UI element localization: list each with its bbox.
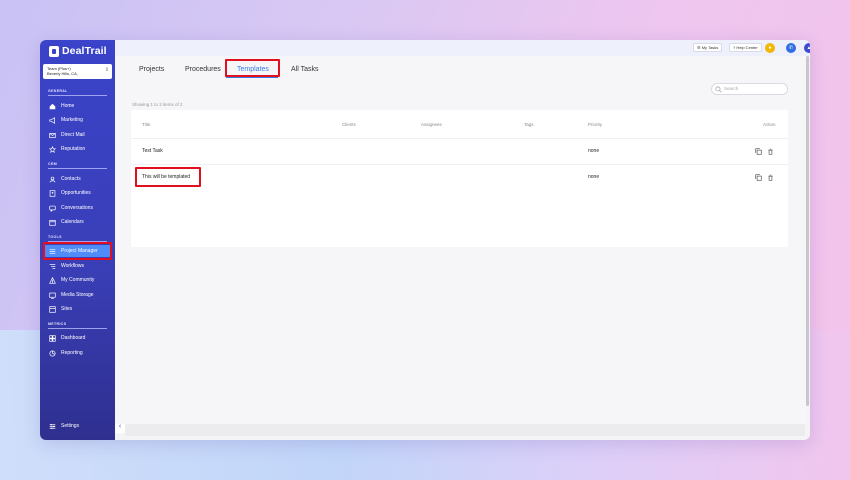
mail-icon [49, 132, 56, 139]
highlight-box-templated-row [135, 167, 201, 187]
column-header-priority[interactable]: Priority [588, 122, 602, 127]
sidebar-item-direct-mail[interactable]: Direct Mail [44, 129, 111, 141]
notification-chat-icon[interactable]: ● [765, 43, 775, 53]
sidebar-item-label: Reputation [61, 146, 86, 152]
section-crm: CRM [48, 162, 58, 166]
sidebar-item-opportunities[interactable]: Opportunities [44, 187, 111, 199]
sidebar-item-workflows[interactable]: Workflows [44, 260, 111, 272]
section-divider [48, 95, 107, 96]
section-tools: TOOLS [48, 235, 62, 239]
settings-icon [49, 423, 56, 430]
sidebar-item-contacts[interactable]: Contacts [44, 173, 111, 185]
dealtrail-logo-icon [49, 45, 59, 57]
search-placeholder: Search [724, 86, 739, 91]
calendar-icon [49, 219, 56, 226]
templates-table: Title Clients Assignees Tags Priority Ac… [131, 110, 788, 247]
sidebar-item-label: Home [61, 103, 75, 109]
section-metrics: METRICS [48, 322, 67, 326]
sidebar-item-my-community[interactable]: My Community [44, 274, 111, 286]
showing-count: Showing 1 to 2 items of 2 [132, 102, 183, 107]
column-header-assignees: Assignees [421, 122, 442, 127]
sidebar-item-label: Settings [61, 423, 80, 429]
tab-all-tasks[interactable]: All Tasks [291, 66, 319, 73]
team-selector[interactable]: Team (Plus+) Beverly Hills, CA, ⇕ [43, 64, 112, 79]
sidebar-item-label: Calendars [61, 219, 84, 225]
sidebar-item-conversations[interactable]: Conversations [44, 202, 111, 214]
chevron-updown-icon: ⇕ [104, 67, 109, 73]
trash-icon[interactable] [767, 148, 774, 155]
sidebar-item-calendars[interactable]: Calendars [44, 216, 111, 228]
sidebar-item-label: Direct Mail [61, 132, 85, 138]
app-name: DealTrail [62, 45, 107, 57]
topbar: ☰ My Tasks ? Help Center ● ✆ ▲ ? ◐ [115, 40, 810, 56]
sidebar-item-label: Media Storage [61, 292, 94, 298]
reporting-icon [49, 349, 56, 357]
section-general: GENERAL [48, 89, 68, 93]
highlight-box-project-manager [43, 242, 112, 260]
row-priority: none [588, 174, 600, 180]
column-header-title[interactable]: Title [142, 122, 150, 127]
sidebar-item-label: Marketing [61, 117, 83, 123]
footer-bar [125, 424, 805, 436]
sidebar-item-label: Contacts [61, 176, 81, 182]
section-divider [48, 328, 107, 329]
row-title[interactable]: Test Task [142, 148, 163, 154]
megaphone-icon [49, 116, 56, 124]
dashboard-icon [49, 334, 56, 342]
tab-procedures[interactable]: Procedures [185, 66, 221, 73]
trash-icon[interactable] [767, 174, 774, 181]
search-input[interactable]: Search [711, 83, 788, 95]
column-header-action: Action [763, 122, 776, 127]
vertical-scrollbar[interactable] [806, 56, 809, 406]
chat-icon [49, 205, 56, 212]
bell-icon[interactable]: ▲ [804, 43, 810, 53]
row-divider [131, 138, 788, 139]
section-divider [48, 168, 107, 169]
sidebar-item-label: My Community [61, 277, 95, 283]
sidebar: DealTrail Team (Plus+) Beverly Hills, CA… [40, 40, 115, 440]
home-icon [49, 103, 56, 110]
sidebar-item-label: Reporting [61, 350, 83, 356]
sites-icon [49, 305, 56, 313]
sidebar-item-label: Opportunities [61, 190, 91, 196]
search-icon [715, 85, 722, 93]
team-location: Beverly Hills, CA, [47, 71, 78, 76]
sidebar-item-reputation[interactable]: Reputation [44, 143, 111, 155]
sidebar-item-label: Dashboard [61, 335, 86, 341]
sidebar-item-settings[interactable]: Settings [44, 420, 111, 432]
media-icon [49, 292, 56, 299]
sidebar-item-dashboard[interactable]: Dashboard [44, 332, 111, 344]
contacts-icon [49, 176, 56, 183]
logo[interactable]: DealTrail [49, 45, 107, 57]
star-icon [49, 145, 56, 153]
column-header-clients: Clients [342, 122, 356, 127]
app-window: DealTrail Team (Plus+) Beverly Hills, CA… [40, 40, 810, 440]
sidebar-item-home[interactable]: Home [44, 100, 111, 112]
sidebar-item-media-storage[interactable]: Media Storage [44, 289, 111, 301]
sidebar-item-sites[interactable]: Sites [44, 303, 111, 315]
help-center-button[interactable]: ? Help Center [729, 43, 762, 52]
copy-icon[interactable] [755, 174, 762, 181]
opportunities-icon [49, 189, 56, 197]
highlight-box-templates-tab [225, 59, 280, 77]
row-divider [131, 164, 788, 165]
community-icon [49, 276, 56, 284]
my-tasks-button[interactable]: ☰ My Tasks [693, 43, 723, 52]
tab-projects[interactable]: Projects [139, 66, 164, 73]
phone-icon[interactable]: ✆ [786, 43, 796, 53]
workflow-icon [49, 263, 56, 270]
row-priority: none [588, 148, 600, 154]
chevron-left-icon: ‹ [118, 423, 122, 430]
sidebar-item-reporting[interactable]: Reporting [44, 347, 111, 359]
sidebar-item-label: Sites [61, 306, 73, 312]
sidebar-item-label: Conversations [61, 205, 93, 211]
sidebar-item-marketing[interactable]: Marketing [44, 114, 111, 126]
copy-icon[interactable] [755, 148, 762, 155]
column-header-tags: Tags [524, 122, 534, 127]
main-content: Projects Procedures Templates All Tasks … [115, 56, 807, 424]
sidebar-item-label: Workflows [61, 263, 84, 269]
